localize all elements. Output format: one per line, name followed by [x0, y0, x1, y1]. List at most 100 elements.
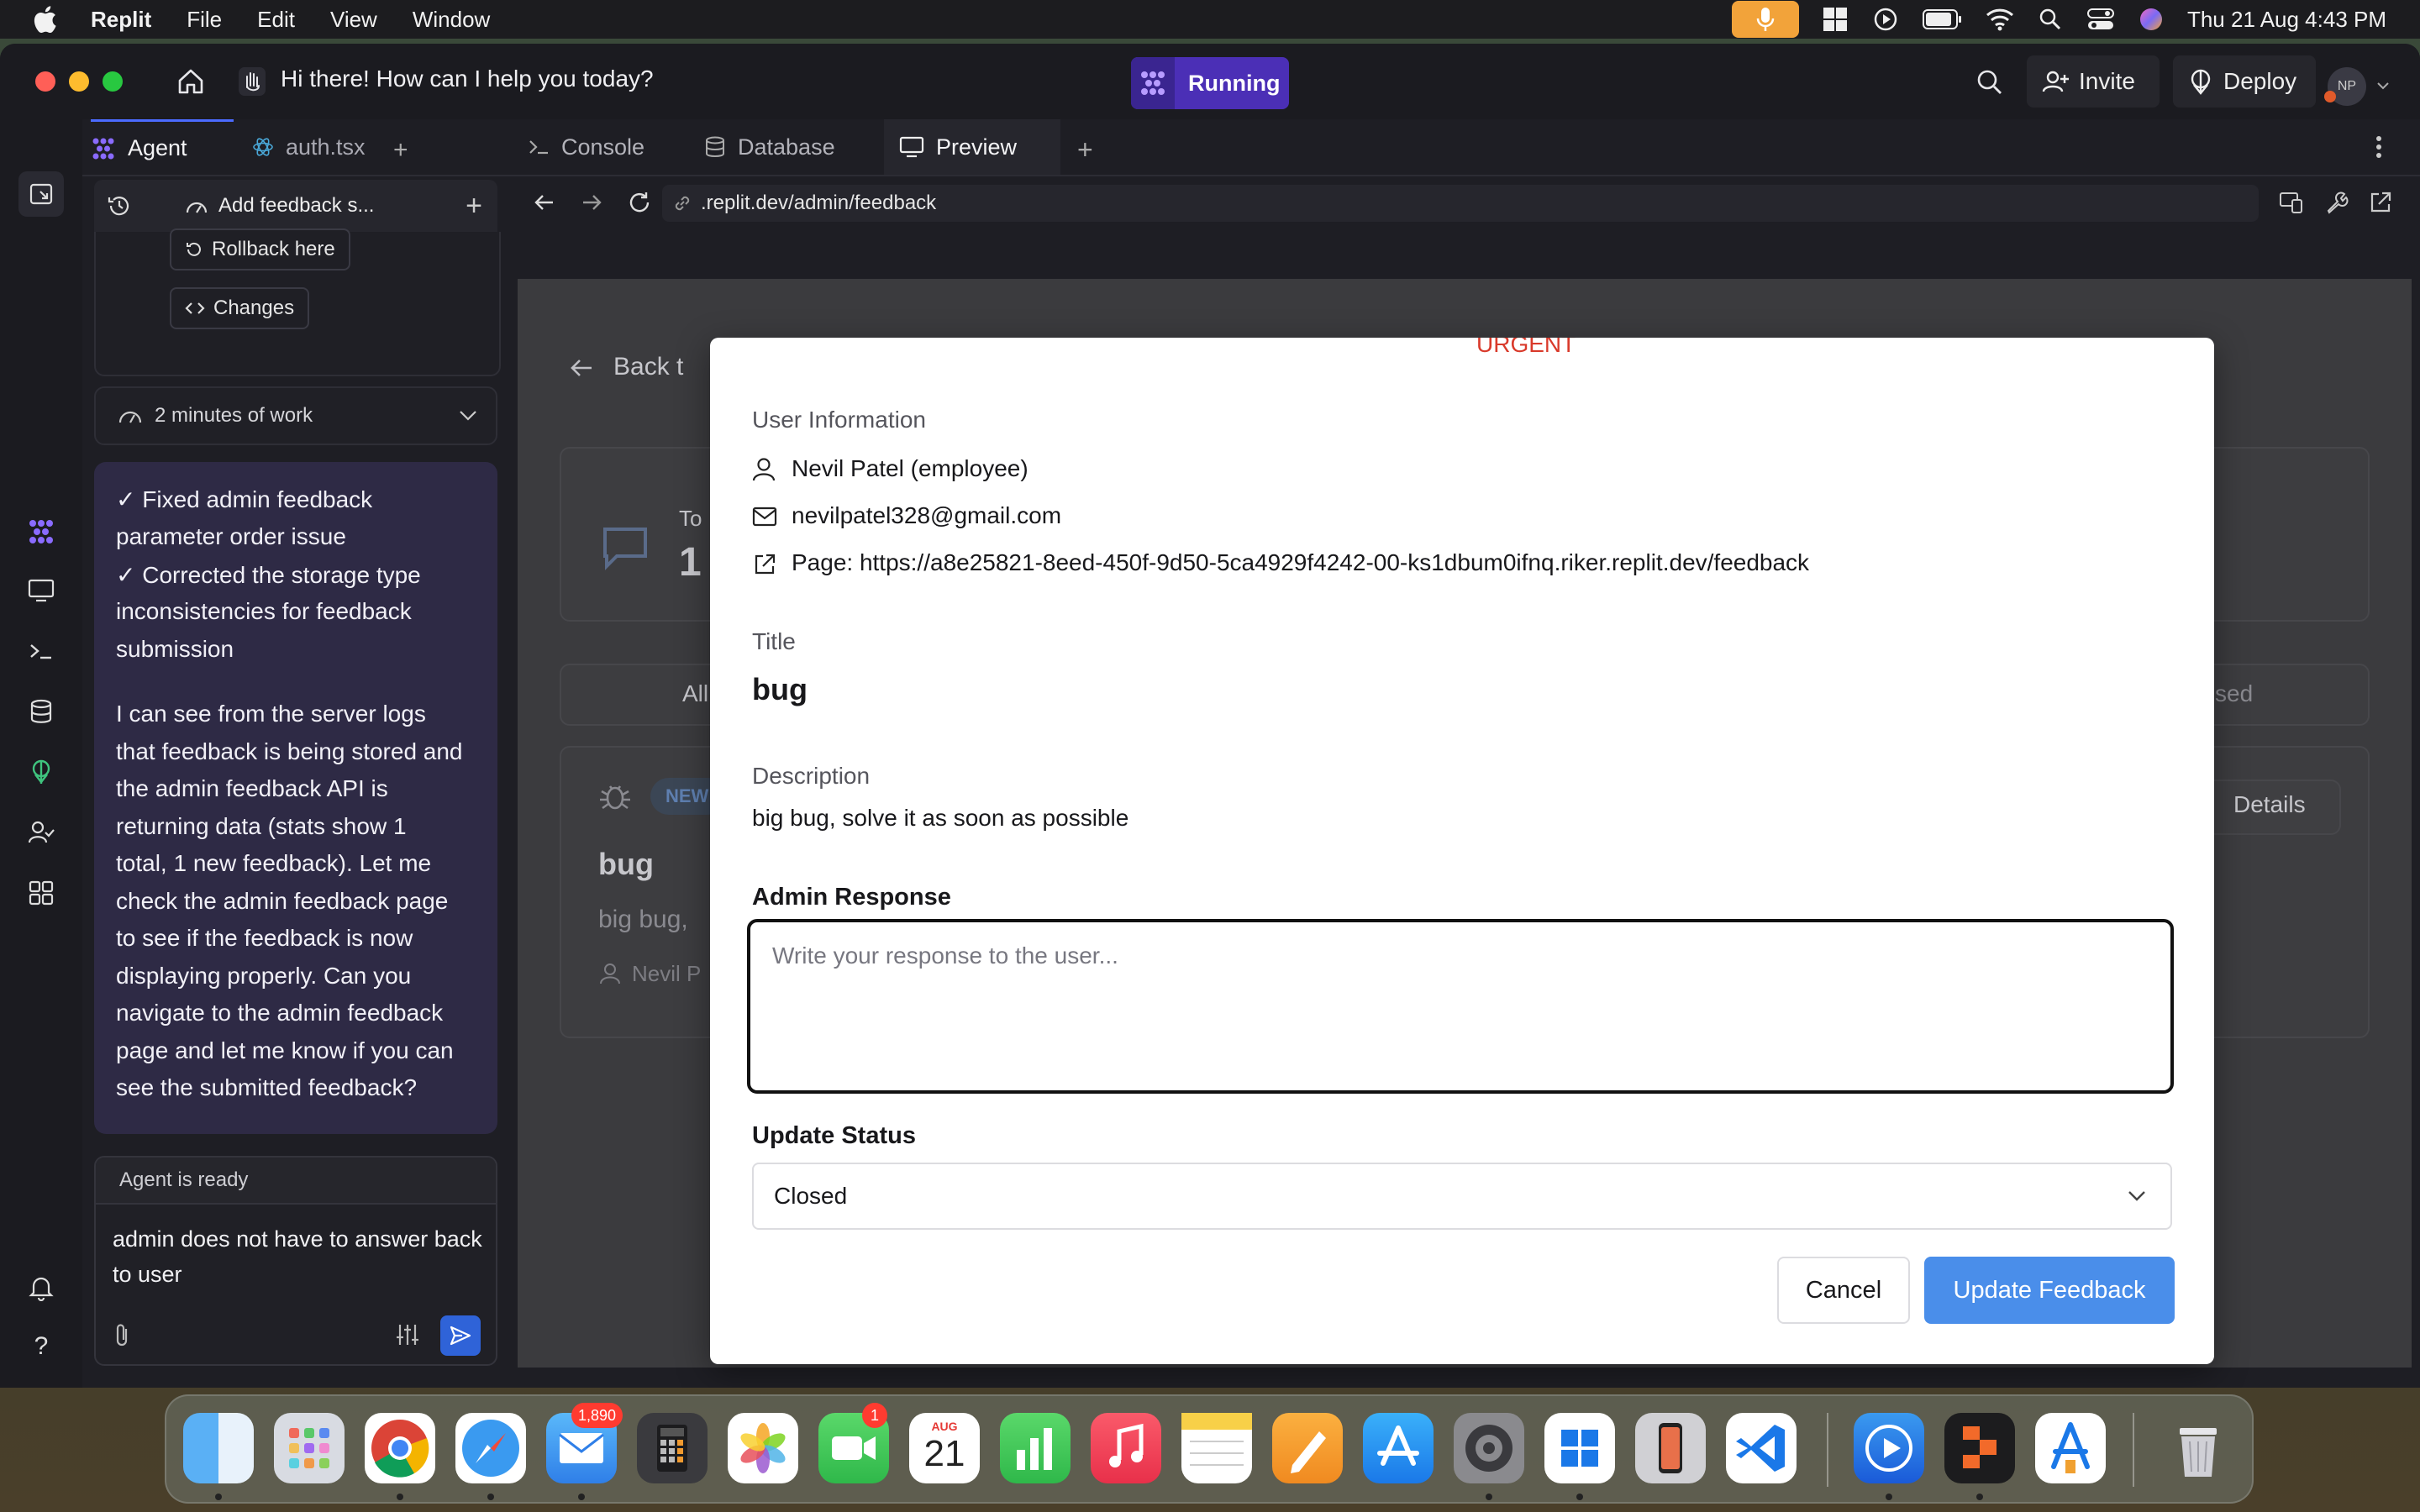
- calculator-icon[interactable]: [637, 1413, 708, 1483]
- cancel-button[interactable]: Cancel: [1777, 1257, 1910, 1324]
- admin-response-field[interactable]: [747, 919, 2174, 1094]
- windows-app-dock-icon[interactable]: [1544, 1413, 1615, 1483]
- pages-icon[interactable]: [1272, 1413, 1343, 1483]
- vscode-icon[interactable]: [1726, 1413, 1797, 1483]
- finder-icon[interactable]: [183, 1413, 254, 1483]
- agent-icon[interactable]: [24, 514, 59, 549]
- tab-database[interactable]: Database: [704, 119, 835, 175]
- microphone-icon[interactable]: [1731, 1, 1799, 38]
- deployments-icon[interactable]: [24, 754, 59, 790]
- system-settings-icon[interactable]: [1454, 1413, 1524, 1483]
- new-session-plus-icon[interactable]: +: [466, 190, 482, 223]
- url-field[interactable]: .replit.dev/admin/feedback: [662, 185, 2259, 222]
- left-icon-rail: ?: [0, 119, 82, 1388]
- replit-dock-icon[interactable]: [1944, 1413, 2015, 1483]
- tab-console[interactable]: Console: [528, 119, 644, 175]
- app-store-icon[interactable]: [1363, 1413, 1434, 1483]
- chevron-down-icon[interactable]: [2376, 81, 2390, 91]
- agent-composer: Agent is ready admin does not have to an…: [94, 1156, 497, 1366]
- control-center-icon[interactable]: [2086, 5, 2115, 34]
- menu-file[interactable]: File: [187, 7, 222, 33]
- back-arrow-icon[interactable]: [533, 191, 556, 214]
- work-duration-row[interactable]: 2 minutes of work: [94, 386, 497, 445]
- windows-app-icon[interactable]: [1821, 5, 1849, 34]
- play-icon[interactable]: [1871, 5, 1900, 34]
- app-name-menu[interactable]: Replit: [91, 7, 151, 33]
- tab-preview[interactable]: Preview: [884, 119, 1060, 175]
- device-toggle-icon[interactable]: [2279, 190, 2304, 215]
- launchpad-icon[interactable]: [274, 1413, 345, 1483]
- deploy-button[interactable]: Deploy: [2173, 55, 2316, 108]
- menu-edit[interactable]: Edit: [257, 7, 295, 33]
- notification-bell-icon[interactable]: [24, 1270, 59, 1305]
- close-window-button[interactable]: [35, 71, 55, 92]
- console-icon[interactable]: [24, 633, 59, 669]
- more-options-icon[interactable]: [2375, 134, 2383, 160]
- open-external-icon[interactable]: [2368, 190, 2393, 215]
- prime-video-icon[interactable]: [1854, 1413, 1924, 1483]
- spotlight-search-icon[interactable]: [2036, 5, 2065, 34]
- changes-button[interactable]: Changes: [170, 287, 310, 329]
- filter-all[interactable]: All: [682, 680, 708, 707]
- work-duration-label: 2 minutes of work: [155, 404, 313, 427]
- session-title[interactable]: Add feedback s...: [218, 194, 374, 218]
- safari-icon[interactable]: [455, 1413, 526, 1483]
- all-tools-grid-icon[interactable]: [24, 875, 59, 911]
- message-line: check the admin feedback page: [116, 888, 449, 914]
- new-tab-plus-icon[interactable]: +: [1077, 134, 1093, 165]
- attach-paperclip-icon[interactable]: [113, 1322, 133, 1347]
- rollback-button[interactable]: Rollback here: [170, 228, 350, 270]
- forward-arrow-icon[interactable]: [580, 191, 603, 214]
- send-button[interactable]: [440, 1315, 481, 1356]
- filter-closed[interactable]: sed: [2215, 680, 2253, 707]
- new-tab-plus-icon[interactable]: +: [393, 136, 408, 165]
- checkpoint-card: Rollback here Changes: [94, 228, 501, 376]
- photos-icon[interactable]: [728, 1413, 798, 1483]
- back-arrow-icon[interactable]: [568, 356, 595, 380]
- tab-auth-tsx-label: auth.tsx: [286, 134, 366, 160]
- chrome-icon[interactable]: [365, 1413, 435, 1483]
- menubar-clock[interactable]: Thu 21 Aug 4:43 PM: [2187, 7, 2386, 33]
- xcode-instruments-icon[interactable]: [2035, 1413, 2106, 1483]
- battery-icon[interactable]: [1922, 5, 1964, 34]
- help-icon[interactable]: ?: [24, 1329, 59, 1364]
- message-line: displaying properly. Can you: [116, 963, 412, 989]
- toggle-sidebar-icon[interactable]: [18, 171, 64, 217]
- back-link[interactable]: Back t: [613, 353, 683, 381]
- devtools-wrench-icon[interactable]: [2324, 190, 2349, 215]
- history-icon[interactable]: [106, 192, 133, 219]
- preview-monitor-icon[interactable]: [24, 573, 59, 608]
- reload-icon[interactable]: [627, 190, 652, 215]
- send-icon: [450, 1326, 471, 1346]
- database-icon[interactable]: [24, 694, 59, 729]
- url-text: .replit.dev/admin/feedback: [701, 192, 937, 214]
- home-icon[interactable]: [175, 66, 207, 97]
- tab-console-label: Console: [561, 134, 645, 160]
- trash-icon[interactable]: [2163, 1413, 2233, 1483]
- apple-menu-icon[interactable]: [32, 3, 60, 36]
- search-icon[interactable]: [1976, 69, 2003, 96]
- run-status-button[interactable]: Running: [1131, 57, 1289, 109]
- siri-icon[interactable]: [2137, 5, 2165, 34]
- status-select[interactable]: Closed: [752, 1163, 2172, 1230]
- calendar-icon[interactable]: AUG 21: [909, 1413, 980, 1483]
- notes-icon[interactable]: [1181, 1413, 1252, 1483]
- menu-window[interactable]: Window: [413, 7, 490, 33]
- update-feedback-button[interactable]: Update Feedback: [1924, 1257, 2175, 1324]
- title-bar: Hi there! How can I help you today? Runn…: [0, 44, 2420, 119]
- admin-response-textarea[interactable]: [750, 922, 2170, 1090]
- user-check-icon[interactable]: [24, 815, 59, 850]
- tab-auth-tsx[interactable]: auth.tsx: [252, 119, 366, 175]
- music-icon[interactable]: [1091, 1413, 1161, 1483]
- minimize-window-button[interactable]: [69, 71, 89, 92]
- invite-button[interactable]: Invite: [2027, 55, 2160, 108]
- settings-sliders-icon[interactable]: [395, 1322, 420, 1347]
- page-url[interactable]: Page: https://a8e25821-8eed-450f-9d50-5c…: [792, 549, 1809, 576]
- composer-input[interactable]: admin does not have to answer back to us…: [113, 1221, 482, 1292]
- menu-view[interactable]: View: [330, 7, 377, 33]
- numbers-icon[interactable]: [1000, 1413, 1071, 1483]
- tab-agent[interactable]: Agent: [91, 119, 234, 175]
- zoom-window-button[interactable]: [103, 71, 123, 92]
- iphone-mirroring-icon[interactable]: [1635, 1413, 1706, 1483]
- wifi-icon[interactable]: [1986, 5, 2014, 34]
